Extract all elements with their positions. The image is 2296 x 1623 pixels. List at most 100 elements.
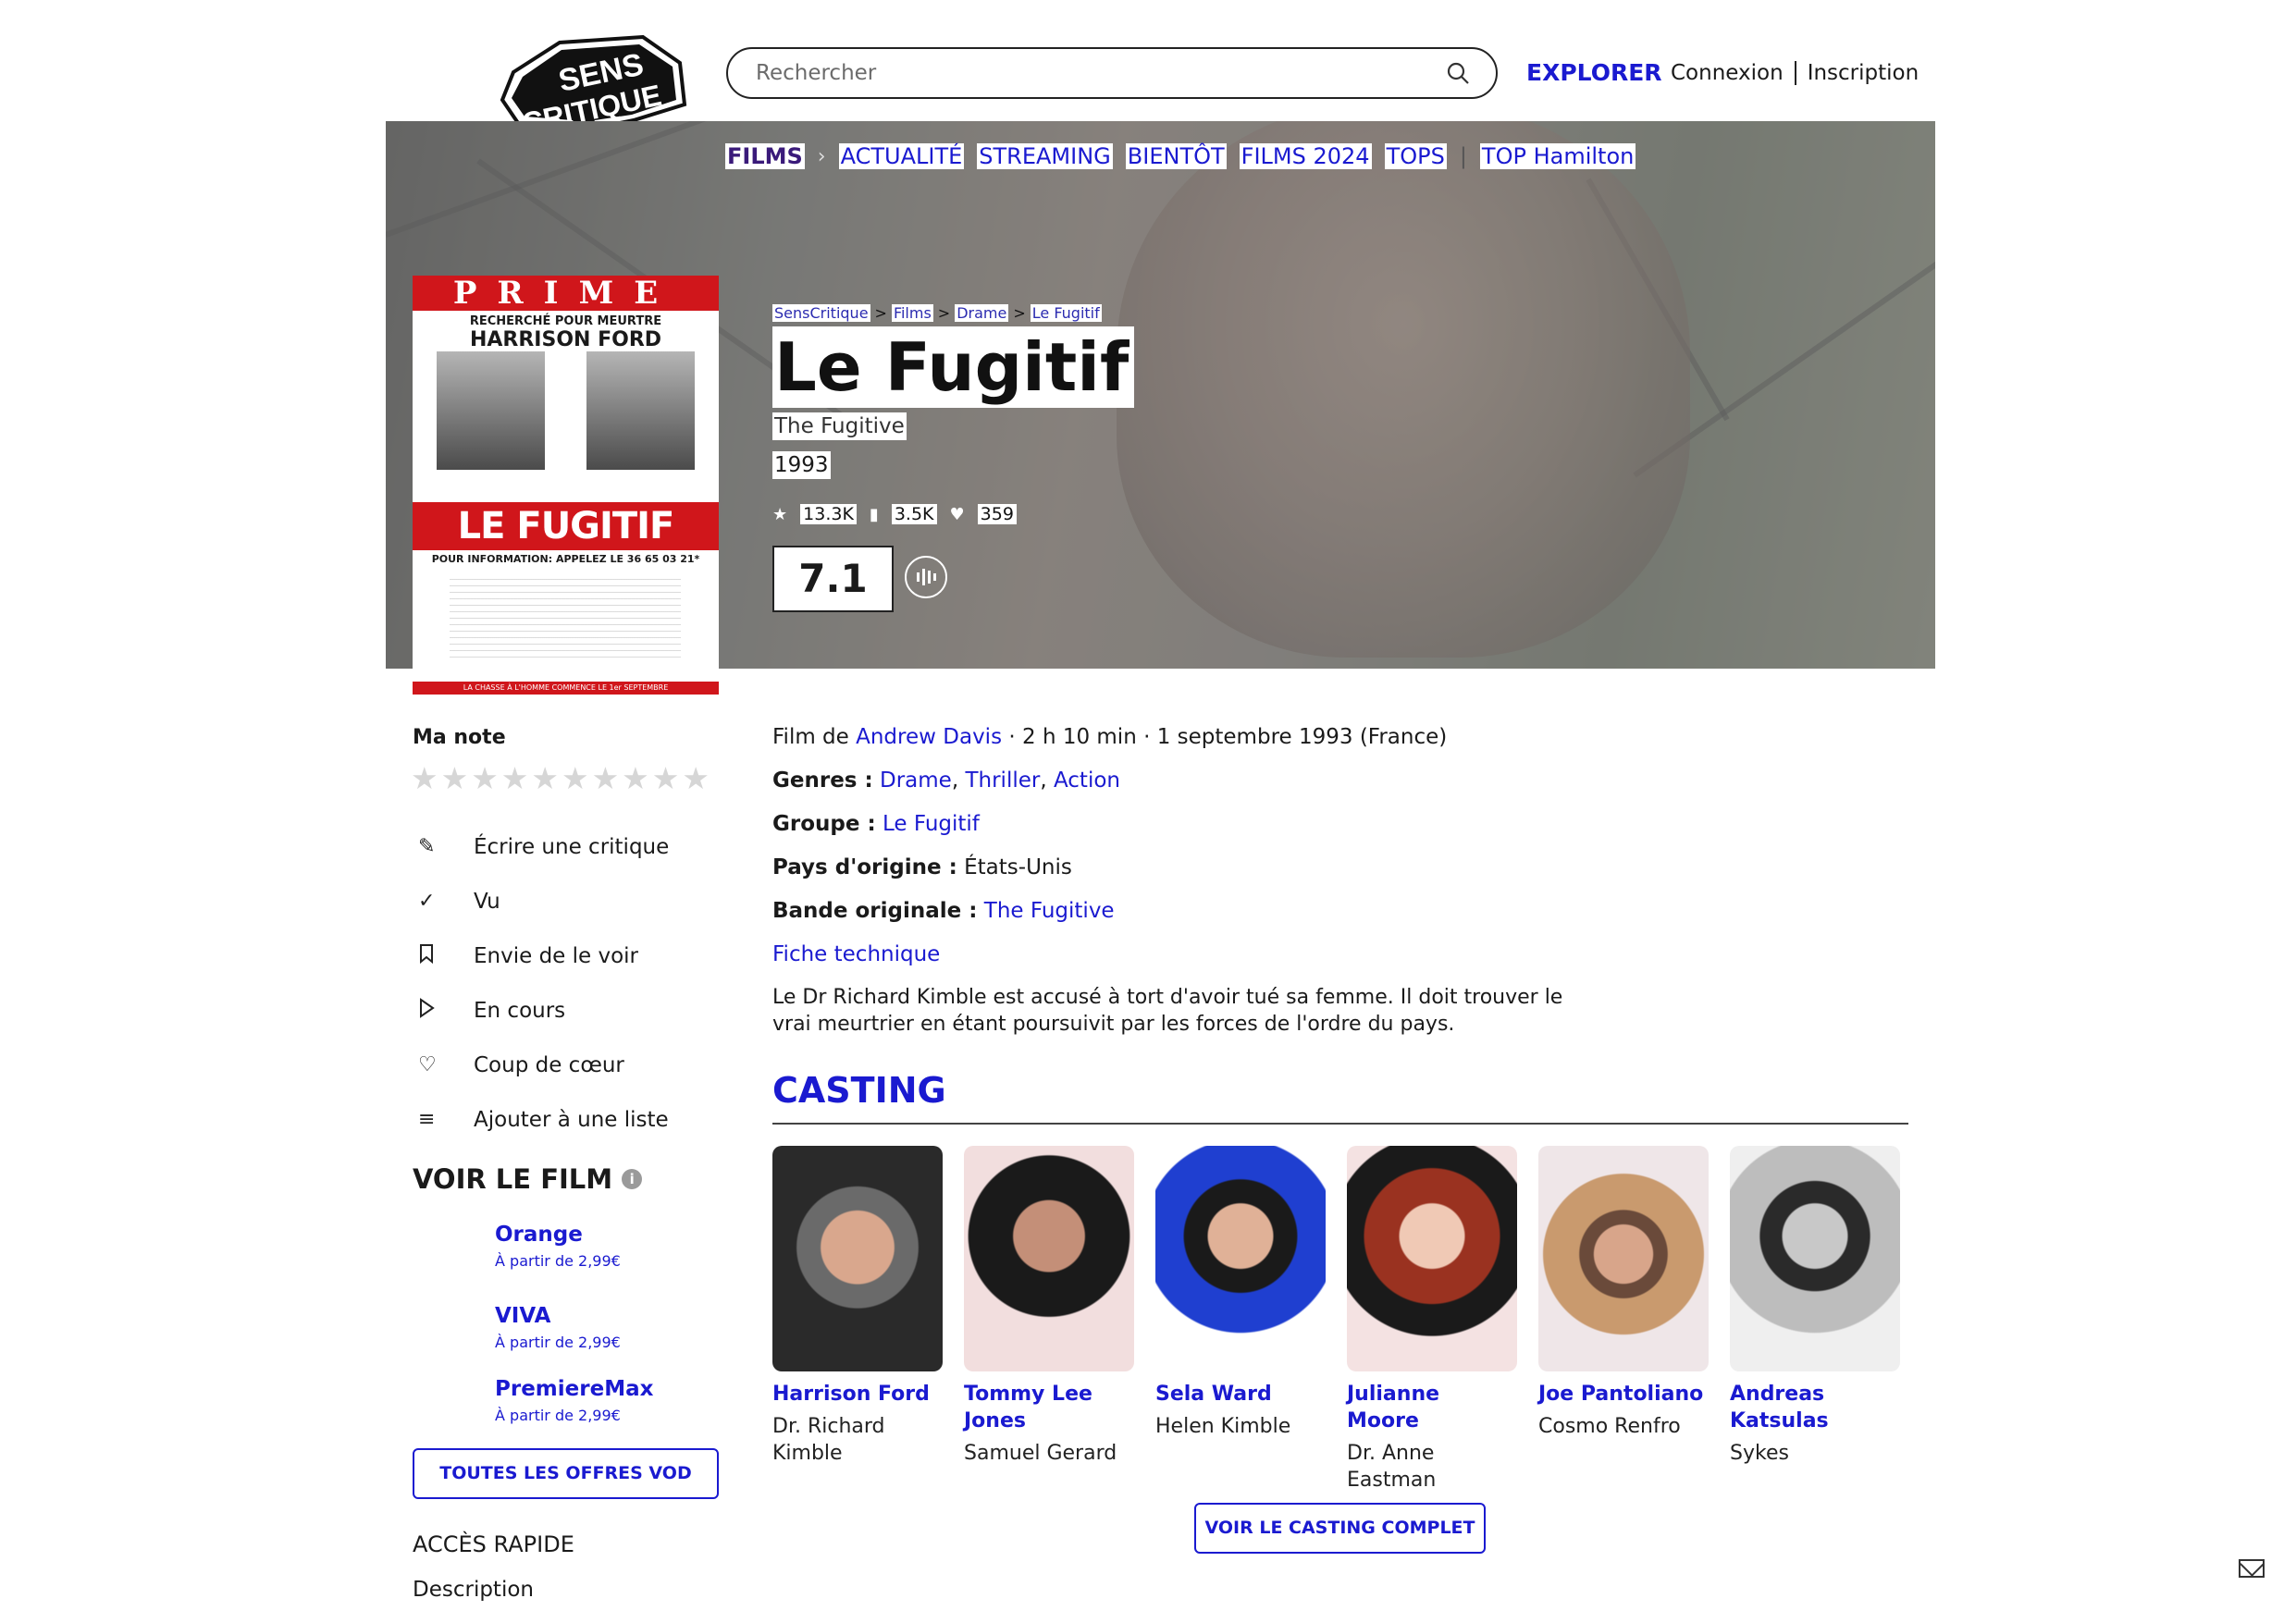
actor-name[interactable]: Tommy Lee Jones <box>964 1381 1134 1434</box>
cast-card[interactable]: Harrison Ford Dr. Richard Kimble <box>772 1146 943 1467</box>
genre-action[interactable]: Action <box>1054 768 1120 793</box>
country-line: Pays d'origine : États-Unis <box>772 855 1072 879</box>
action-in-progress[interactable]: En cours <box>418 983 669 1038</box>
star-icon: ★ <box>772 504 788 524</box>
cast-card[interactable]: Tommy Lee Jones Samuel Gerard <box>964 1146 1134 1467</box>
actor-photo[interactable] <box>772 1146 943 1371</box>
breadcrumb-senscritique[interactable]: SensCritique <box>772 304 870 322</box>
soundtrack-link[interactable]: The Fugitive <box>984 899 1115 923</box>
action-wishlist[interactable]: Envie de le voir <box>418 928 669 983</box>
action-label: Coup de cœur <box>474 1052 624 1077</box>
rating-stars[interactable]: ★ ★ ★ ★ ★ ★ ★ ★ ★ ★ <box>411 760 710 796</box>
offer-name[interactable]: Orange <box>495 1223 621 1247</box>
my-rating-label: Ma note <box>413 726 506 749</box>
actor-photo[interactable] <box>1730 1146 1900 1371</box>
subnav-tops[interactable]: TOPS <box>1384 143 1447 169</box>
original-title: The Fugitive <box>772 412 907 440</box>
action-label: Envie de le voir <box>474 943 639 968</box>
subnav-top-hamilton[interactable]: TOP Hamilton <box>1479 143 1636 169</box>
breadcrumb: SensCritique > Films > Drame > Le Fugitif <box>772 304 1102 322</box>
subnav-streaming[interactable]: STREAMING <box>977 143 1113 169</box>
action-label: Ajouter à une liste <box>474 1107 669 1132</box>
actor-name[interactable]: Harrison Ford <box>772 1381 943 1408</box>
action-write-review[interactable]: ✎ Écrire une critique <box>418 819 669 874</box>
full-cast-button[interactable]: VOIR LE CASTING COMPLET <box>1194 1503 1486 1554</box>
all-vod-offers-button[interactable]: TOUTES LES OFFRES VOD <box>413 1448 719 1499</box>
star-icon[interactable]: ★ <box>411 760 438 796</box>
offer-name[interactable]: VIVA <box>495 1304 621 1328</box>
subnav-films[interactable]: FILMS <box>725 143 805 169</box>
cast-card[interactable]: Julianne Moore Dr. Anne Eastman <box>1347 1146 1517 1494</box>
offer-orange[interactable]: Orange À partir de 2,99€ <box>495 1223 621 1270</box>
actor-photo[interactable] <box>1347 1146 1517 1371</box>
star-icon[interactable]: ★ <box>441 760 469 796</box>
offer-price: À partir de 2,99€ <box>495 1334 621 1351</box>
subnav-separator: | <box>1459 143 1467 169</box>
search-input[interactable] <box>754 60 1446 86</box>
cast-card[interactable]: Joe Pantoliano Cosmo Renfro <box>1538 1146 1709 1440</box>
actor-name[interactable]: Joe Pantoliano <box>1538 1381 1709 1408</box>
offer-name[interactable]: PremiereMax <box>495 1377 653 1401</box>
info-icon[interactable]: i <box>622 1169 643 1189</box>
subnav-films-2024[interactable]: FILMS 2024 <box>1239 143 1372 169</box>
search-icon[interactable] <box>1446 61 1470 85</box>
casting-divider <box>772 1123 1908 1125</box>
poster-title: LE FUGITIF <box>413 502 719 550</box>
actor-name[interactable]: Andreas Katsulas <box>1730 1381 1900 1434</box>
subnav-actualite[interactable]: ACTUALITÉ <box>838 143 965 169</box>
breadcrumb-current[interactable]: Le Fugitif <box>1030 304 1102 322</box>
film-poster[interactable]: PRIME RECHERCHÉ POUR MEURTRE HARRISON FO… <box>413 276 719 695</box>
explorer-link[interactable]: EXPLORER <box>1526 59 1662 86</box>
soundtrack-label: Bande originale : <box>772 899 978 923</box>
subnav-bientot[interactable]: BIENTÔT <box>1125 143 1227 169</box>
poster-prime: PRIME <box>413 276 719 311</box>
login-link[interactable]: Connexion <box>1671 61 1784 85</box>
action-favorite[interactable]: ♡ Coup de cœur <box>418 1038 669 1092</box>
mail-icon[interactable] <box>2239 1559 2265 1578</box>
country-label: Pays d'origine : <box>772 855 957 879</box>
action-add-to-list[interactable]: ≡ Ajouter à une liste <box>418 1092 669 1147</box>
poster-info: POUR INFORMATION: APPELEZ LE 36 65 03 21… <box>431 553 700 565</box>
action-label: Écrire une critique <box>474 834 670 859</box>
group-link[interactable]: Le Fugitif <box>883 812 980 836</box>
genre-thriller[interactable]: Thriller <box>965 768 1040 793</box>
group-label: Groupe : <box>772 812 876 836</box>
star-icon[interactable]: ★ <box>562 760 589 796</box>
actor-photo[interactable] <box>1155 1146 1326 1371</box>
synopsis: Le Dr Richard Kimble est accusé à tort d… <box>772 986 1563 1036</box>
soundtrack-line: Bande originale : The Fugitive <box>772 899 1115 923</box>
poster-photo-right <box>586 351 695 470</box>
actor-photo[interactable] <box>1538 1146 1709 1371</box>
signup-link[interactable]: Inscription <box>1808 61 1920 85</box>
actor-name[interactable]: Julianne Moore <box>1347 1381 1517 1434</box>
genre-drame[interactable]: Drame <box>880 768 952 793</box>
cast-card[interactable]: Andreas Katsulas Sykes <box>1730 1146 1900 1467</box>
genres-line: Genres : Drame, Thriller, Action <box>772 768 1120 793</box>
pencil-icon: ✎ <box>418 835 436 858</box>
cast-card[interactable]: Sela Ward Helen Kimble <box>1155 1146 1326 1440</box>
offer-viva[interactable]: VIVA À partir de 2,99€ <box>495 1304 621 1351</box>
actor-name[interactable]: Sela Ward <box>1155 1381 1326 1408</box>
actor-role: Cosmo Renfro <box>1538 1415 1681 1438</box>
quick-access-title: ACCÈS RAPIDE <box>413 1531 574 1557</box>
rating-distribution-button[interactable] <box>905 556 947 598</box>
tech-sheet-link[interactable]: Fiche technique <box>772 942 940 966</box>
star-icon[interactable]: ★ <box>622 760 649 796</box>
star-icon[interactable]: ★ <box>682 760 710 796</box>
action-seen[interactable]: ✓ Vu <box>418 874 669 928</box>
offer-price: À partir de 2,99€ <box>495 1252 621 1270</box>
breadcrumb-films[interactable]: Films <box>891 304 933 322</box>
star-icon[interactable]: ★ <box>501 760 529 796</box>
quick-access-description[interactable]: Description <box>413 1578 534 1602</box>
star-icon[interactable]: ★ <box>592 760 620 796</box>
breadcrumb-drame[interactable]: Drame <box>955 304 1009 322</box>
search-bar[interactable] <box>726 47 1498 99</box>
star-icon[interactable]: ★ <box>652 760 680 796</box>
add-list-icon: ≡ <box>418 1108 436 1131</box>
star-icon[interactable]: ★ <box>471 760 499 796</box>
offer-premieremax[interactable]: PremiereMax À partir de 2,99€ <box>495 1377 653 1424</box>
star-icon[interactable]: ★ <box>531 760 559 796</box>
watch-title-text: VOIR LE FILM <box>413 1163 613 1195</box>
actor-photo[interactable] <box>964 1146 1134 1371</box>
director-link[interactable]: Andrew Davis <box>856 725 1002 749</box>
